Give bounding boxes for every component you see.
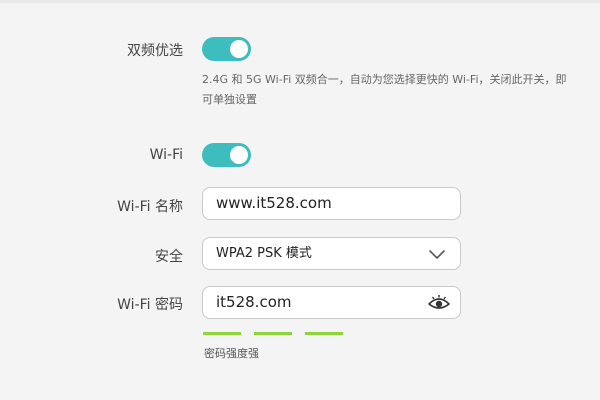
- password-strength-bar-3: [305, 332, 343, 335]
- password-strength-label: 密码强度强: [204, 347, 259, 360]
- password-strength-bar-2: [254, 332, 292, 335]
- wifi-name-input[interactable]: www.it528.com: [202, 187, 461, 220]
- band-steering-hint: 2.4G 和 5G Wi-Fi 双频合一，自动为您选择更快的 Wi-Fi，关闭此…: [202, 73, 567, 106]
- security-label: 安全: [155, 249, 183, 265]
- wifi-name-label: Wi-Fi 名称: [117, 199, 183, 215]
- wifi-password-value: it528.com: [216, 293, 292, 311]
- wifi-password-label: Wi-Fi 密码: [117, 297, 183, 313]
- band-steering-toggle[interactable]: [202, 37, 251, 61]
- wifi-toggle[interactable]: [202, 143, 251, 167]
- security-selected-value: WPA2 PSK 模式: [216, 246, 312, 261]
- wifi-label: Wi-Fi: [149, 147, 183, 163]
- chevron-down-icon: [429, 250, 445, 259]
- security-select[interactable]: WPA2 PSK 模式: [202, 237, 461, 270]
- top-divider: [0, 0, 600, 3]
- eye-icon[interactable]: [427, 293, 451, 313]
- toggle-knob: [230, 146, 248, 164]
- wifi-password-input[interactable]: it528.com: [202, 286, 461, 319]
- wifi-name-value: www.it528.com: [216, 194, 332, 212]
- password-strength-bar-1: [203, 332, 241, 335]
- toggle-knob: [230, 40, 248, 58]
- band-steering-label: 双频优选: [127, 43, 183, 59]
